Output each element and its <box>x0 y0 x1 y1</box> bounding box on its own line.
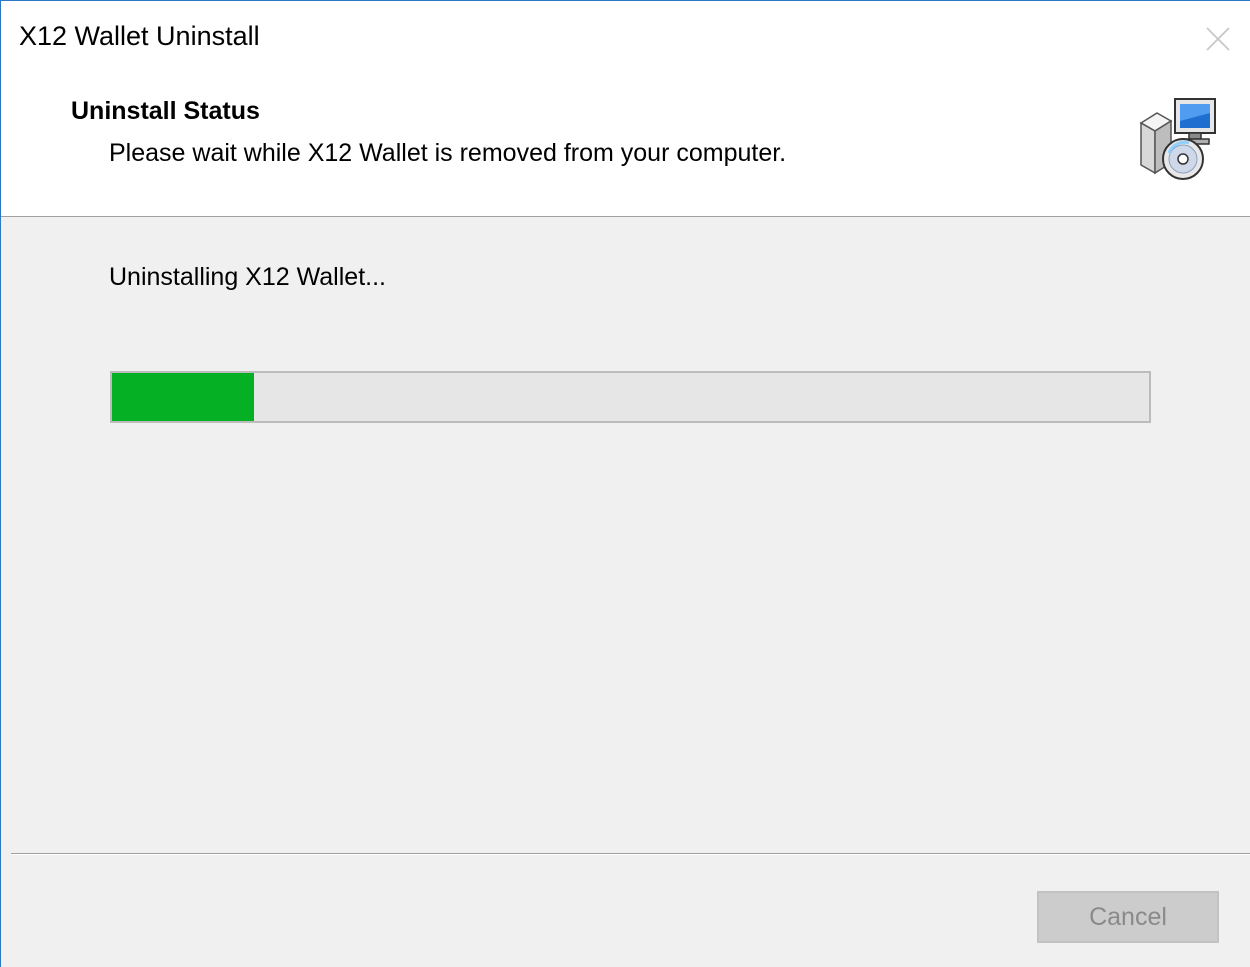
window-title: X12 Wallet Uninstall <box>19 21 260 51</box>
title-bar: X12 Wallet Uninstall <box>1 1 1250 77</box>
progress-fill <box>112 373 255 421</box>
progress-bar <box>110 371 1151 423</box>
uninstall-window: X12 Wallet Uninstall Uninstall Status Pl… <box>0 0 1250 967</box>
status-text: Uninstalling X12 Wallet... <box>109 263 386 291</box>
footer-divider <box>11 853 1250 855</box>
close-button[interactable] <box>1198 19 1238 59</box>
header-panel: Uninstall Status Please wait while X12 W… <box>1 77 1250 217</box>
header-subtitle: Please wait while X12 Wallet is removed … <box>109 139 787 167</box>
close-icon <box>1206 27 1230 51</box>
cancel-button[interactable]: Cancel <box>1037 891 1219 943</box>
header-title: Uninstall Status <box>71 97 260 125</box>
installer-package-icon <box>1131 95 1221 187</box>
